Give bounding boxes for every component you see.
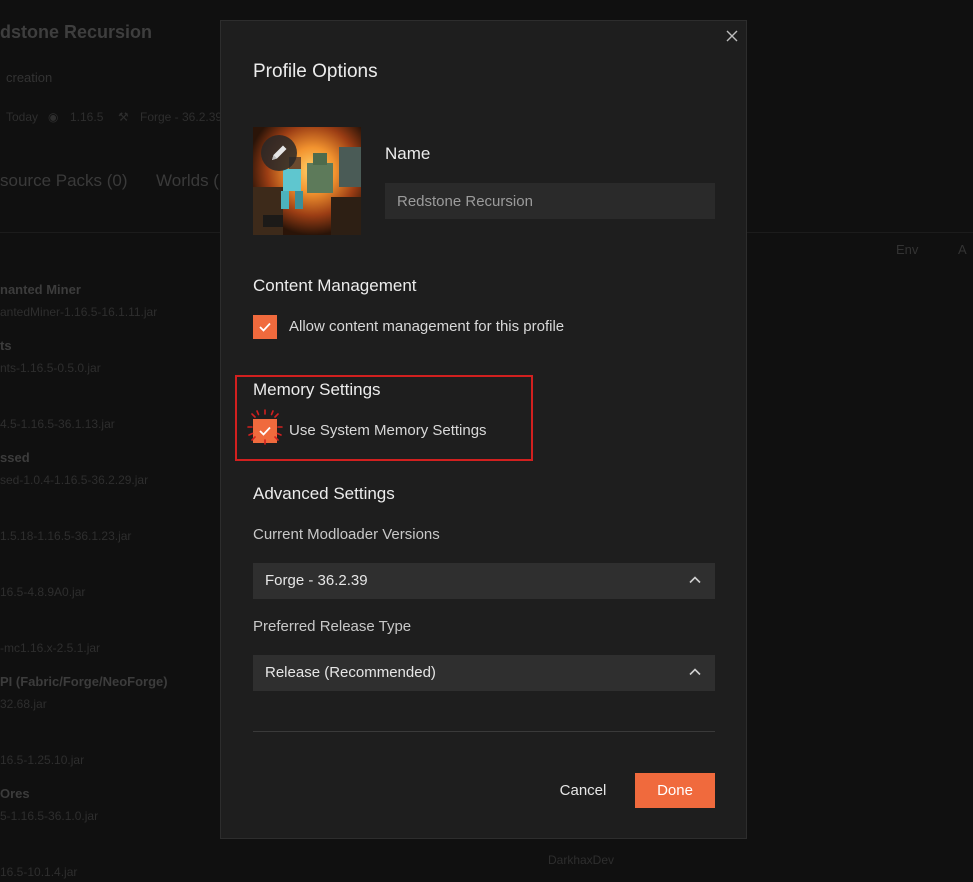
dialog-title: Profile Options	[253, 61, 378, 82]
modloader-versions-label: Current Modloader Versions	[253, 526, 440, 543]
bg-mod-file: 32.68.jar	[0, 697, 47, 711]
bg-mod-file: 4.5-1.16.5-36.1.13.jar	[0, 417, 115, 431]
bg-mod-name: Ores	[0, 786, 30, 801]
modloader-version-value: Forge - 36.2.39	[265, 572, 368, 589]
bg-author: DarkhaxDev	[548, 853, 615, 867]
bg-mod-name: ts	[0, 338, 12, 353]
bg-mod-file: 1.5.18-1.16.5-36.1.23.jar	[0, 529, 132, 543]
bg-mod-file: antedMiner-1.16.5-16.1.11.jar	[0, 305, 158, 319]
bg-mod-file: sed-1.0.4-1.16.5-36.2.29.jar	[0, 473, 149, 487]
bg-mod-name: PI (Fabric/Forge/NeoForge)	[0, 674, 168, 689]
bg-tab-resource-packs: source Packs (0)	[0, 171, 128, 190]
release-type-label: Preferred Release Type	[253, 618, 412, 635]
system-memory-label: Use System Memory Settings	[289, 422, 487, 439]
advanced-settings-title: Advanced Settings	[253, 484, 395, 503]
bg-mod-file: 16.5-10.1.4.jar	[0, 865, 78, 879]
bg-mod-name: nanted Miner	[0, 282, 81, 297]
profile-options-dialog: Profile Options Name Redstone Recursion …	[220, 20, 747, 839]
bg-meta-version: 1.16.5	[70, 110, 104, 124]
content-management-label: Allow content management for this profil…	[289, 318, 565, 335]
release-type-select[interactable]: Release (Recommended)	[253, 655, 715, 691]
close-icon[interactable]	[725, 29, 739, 43]
chevron-up-icon	[689, 668, 701, 676]
profile-avatar[interactable]	[253, 127, 361, 235]
bg-version-icon: ◉	[48, 110, 59, 124]
bg-column-env: Env	[896, 242, 919, 257]
done-button[interactable]: Done	[635, 773, 715, 808]
footer-divider	[253, 731, 715, 732]
bg-tab-worlds: Worlds (	[156, 171, 219, 190]
bg-mod-file: 5-1.16.5-36.1.0.jar	[0, 809, 99, 823]
bg-profile-subtitle: creation	[6, 70, 53, 85]
bg-mod-file: 16.5-1.25.10.jar	[0, 753, 85, 767]
chevron-up-icon	[689, 576, 701, 584]
memory-settings-title: Memory Settings	[253, 380, 381, 399]
bg-meta-played: Today	[6, 110, 39, 124]
cancel-button[interactable]: Cancel	[543, 773, 623, 808]
name-label: Name	[385, 144, 431, 163]
system-memory-checkbox[interactable]	[253, 419, 277, 443]
bg-column-a: A	[958, 242, 967, 257]
profile-name-input[interactable]	[385, 183, 715, 219]
modloader-version-select[interactable]: Forge - 36.2.39	[253, 563, 715, 599]
bg-anvil-icon: ⚒	[118, 110, 129, 124]
bg-profile-title: dstone Recursion	[0, 22, 153, 42]
bg-mod-file: nts-1.16.5-0.5.0.jar	[0, 361, 101, 375]
bg-meta-loader: Forge - 36.2.39	[140, 110, 223, 124]
edit-pencil-icon[interactable]	[261, 135, 297, 171]
bg-mod-file: 16.5-4.8.9A0.jar	[0, 585, 86, 599]
release-type-value: Release (Recommended)	[265, 664, 436, 681]
bg-mod-file: -mc1.16.x-2.5.1.jar	[0, 641, 101, 655]
content-management-title: Content Management	[253, 276, 417, 295]
content-management-checkbox[interactable]	[253, 315, 277, 339]
bg-mod-name: ssed	[0, 450, 30, 465]
